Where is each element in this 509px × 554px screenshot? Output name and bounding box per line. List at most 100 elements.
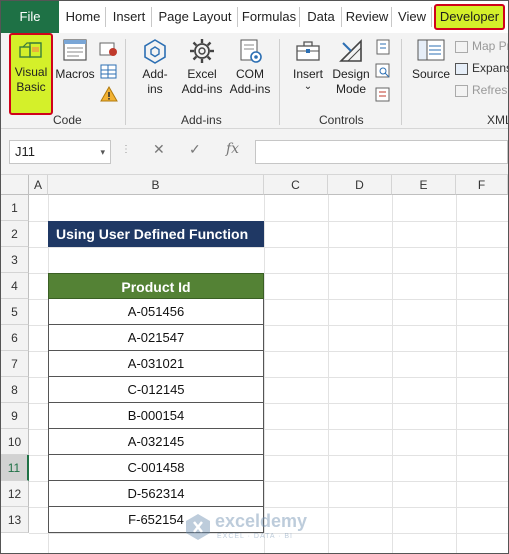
- tab-review[interactable]: Review: [345, 1, 389, 33]
- table-row[interactable]: A-051456: [48, 299, 264, 325]
- properties-icon[interactable]: [375, 39, 391, 55]
- group-label-controls: Controls: [319, 113, 364, 127]
- formula-bar: J11 ▾ ⋮ ✕ ✓ fx: [1, 129, 508, 175]
- design-mode-button[interactable]: Design Mode: [329, 37, 373, 97]
- tab-home[interactable]: Home: [63, 1, 103, 33]
- tab-divider: [391, 7, 392, 27]
- tab-view[interactable]: View: [395, 1, 429, 33]
- worksheet-grid[interactable]: A B C D E F 1 2 3 4 5 6 7 8 9 10 11 12 1…: [1, 175, 508, 553]
- row-header[interactable]: 6: [1, 325, 29, 351]
- tab-data[interactable]: Data: [303, 1, 339, 33]
- row-header[interactable]: 10: [1, 429, 29, 455]
- map-properties-button[interactable]: Map Pro: [455, 37, 508, 57]
- column-header-b[interactable]: B: [48, 175, 264, 195]
- com-add-ins-button[interactable]: COM Add-ins: [226, 37, 274, 97]
- excel-window: File Home Insert Page Layout Formulas Da…: [0, 0, 509, 554]
- group-divider: [125, 39, 126, 125]
- table-row[interactable]: A-032145: [48, 429, 264, 455]
- formula-input[interactable]: [255, 140, 508, 164]
- developer-ribbon: Visual Basic Macros Code Add- ins Excel …: [1, 33, 508, 129]
- name-box[interactable]: J11 ▾: [9, 140, 111, 164]
- row-header[interactable]: 2: [1, 221, 29, 247]
- com-add-ins-label-1: COM: [236, 67, 264, 81]
- chevron-down-icon: ⌄: [303, 81, 313, 92]
- exceldemy-logo-icon: [186, 514, 210, 540]
- row-header[interactable]: 5: [1, 299, 29, 325]
- source-label: Source: [411, 67, 451, 81]
- column-header-e[interactable]: E: [392, 175, 456, 195]
- tab-formulas[interactable]: Formulas: [241, 1, 297, 33]
- table-row[interactable]: C-001458: [48, 455, 264, 481]
- row-header-selected[interactable]: 11: [1, 455, 29, 481]
- row-header[interactable]: 4: [1, 273, 29, 299]
- tab-page-layout[interactable]: Page Layout: [155, 1, 235, 33]
- enter-icon[interactable]: ✓: [189, 141, 201, 158]
- tab-divider: [237, 7, 238, 27]
- gear-icon: [190, 39, 214, 63]
- column-header-a[interactable]: A: [29, 175, 48, 195]
- macros-label: Macros: [55, 67, 95, 81]
- column-header-c[interactable]: C: [264, 175, 328, 195]
- column-header-f[interactable]: F: [456, 175, 508, 195]
- refresh-icon: [455, 84, 468, 97]
- insert-function-icon[interactable]: fx: [226, 141, 239, 157]
- visual-basic-icon: [19, 42, 42, 58]
- formula-bar-grip-icon[interactable]: ⋮: [121, 144, 131, 155]
- sheet-title-cell[interactable]: Using User Defined Function: [48, 221, 264, 247]
- table-row[interactable]: A-031021: [48, 351, 264, 377]
- table-row[interactable]: D-562314: [48, 481, 264, 507]
- run-dialog-icon[interactable]: [375, 87, 391, 103]
- xml-source-icon: [417, 39, 445, 61]
- tab-divider: [341, 7, 342, 27]
- expansion-packs-button[interactable]: Expans: [455, 59, 508, 79]
- gridline: [328, 195, 329, 553]
- add-ins-label-1: Add-: [142, 67, 168, 81]
- refresh-data-button[interactable]: Refresh: [455, 81, 508, 101]
- table-header-product-id[interactable]: Product Id: [48, 273, 264, 299]
- row-header[interactable]: 13: [1, 507, 29, 533]
- table-row[interactable]: C-012145: [48, 377, 264, 403]
- table-row[interactable]: A-021547: [48, 325, 264, 351]
- insert-label: Insert: [292, 67, 323, 81]
- map-properties-label: Map Pro: [472, 39, 508, 53]
- macro-security-icon[interactable]: [99, 85, 119, 103]
- tab-divider: [105, 7, 106, 27]
- relative-references-icon[interactable]: [99, 63, 119, 81]
- add-ins-label-2: ins: [147, 82, 163, 96]
- expansion-packs-icon: [455, 62, 468, 75]
- view-code-icon[interactable]: [375, 63, 391, 79]
- tab-insert[interactable]: Insert: [109, 1, 149, 33]
- map-properties-icon: [455, 40, 468, 53]
- row-header[interactable]: 12: [1, 481, 29, 507]
- visual-basic-label-2: Basic: [16, 80, 46, 94]
- tab-divider: [299, 7, 300, 27]
- tab-developer[interactable]: Developer: [434, 4, 505, 30]
- name-box-value: J11: [15, 144, 35, 159]
- excel-add-ins-label-1: Excel: [187, 67, 217, 81]
- gridline: [29, 247, 508, 248]
- toolbox-icon: [296, 41, 320, 61]
- row-header[interactable]: 1: [1, 195, 29, 221]
- tab-divider: [431, 7, 432, 27]
- tab-file[interactable]: File: [1, 1, 59, 33]
- exceldemy-watermark: exceldemy EXCEL · DATA · BI: [185, 509, 335, 549]
- row-header[interactable]: 7: [1, 351, 29, 377]
- record-macro-icon[interactable]: [99, 41, 119, 59]
- macros-button[interactable]: Macros: [55, 37, 95, 82]
- com-add-ins-label-2: Add-ins: [229, 82, 271, 96]
- insert-controls-button[interactable]: Insert ⌄: [287, 37, 329, 92]
- row-header[interactable]: 9: [1, 403, 29, 429]
- row-header[interactable]: 3: [1, 247, 29, 273]
- chevron-down-icon[interactable]: ▾: [100, 141, 105, 163]
- row-header[interactable]: 8: [1, 377, 29, 403]
- add-ins-button[interactable]: Add- ins: [135, 37, 175, 97]
- group-label-code: Code: [53, 113, 82, 127]
- source-button[interactable]: Source: [407, 37, 455, 82]
- table-row[interactable]: B-000154: [48, 403, 264, 429]
- cancel-icon[interactable]: ✕: [153, 141, 165, 158]
- design-mode-icon: [339, 39, 362, 62]
- excel-add-ins-button[interactable]: Excel Add-ins: [178, 37, 226, 97]
- visual-basic-button[interactable]: Visual Basic: [9, 33, 53, 115]
- column-header-d[interactable]: D: [328, 175, 392, 195]
- select-all-corner[interactable]: [1, 175, 29, 195]
